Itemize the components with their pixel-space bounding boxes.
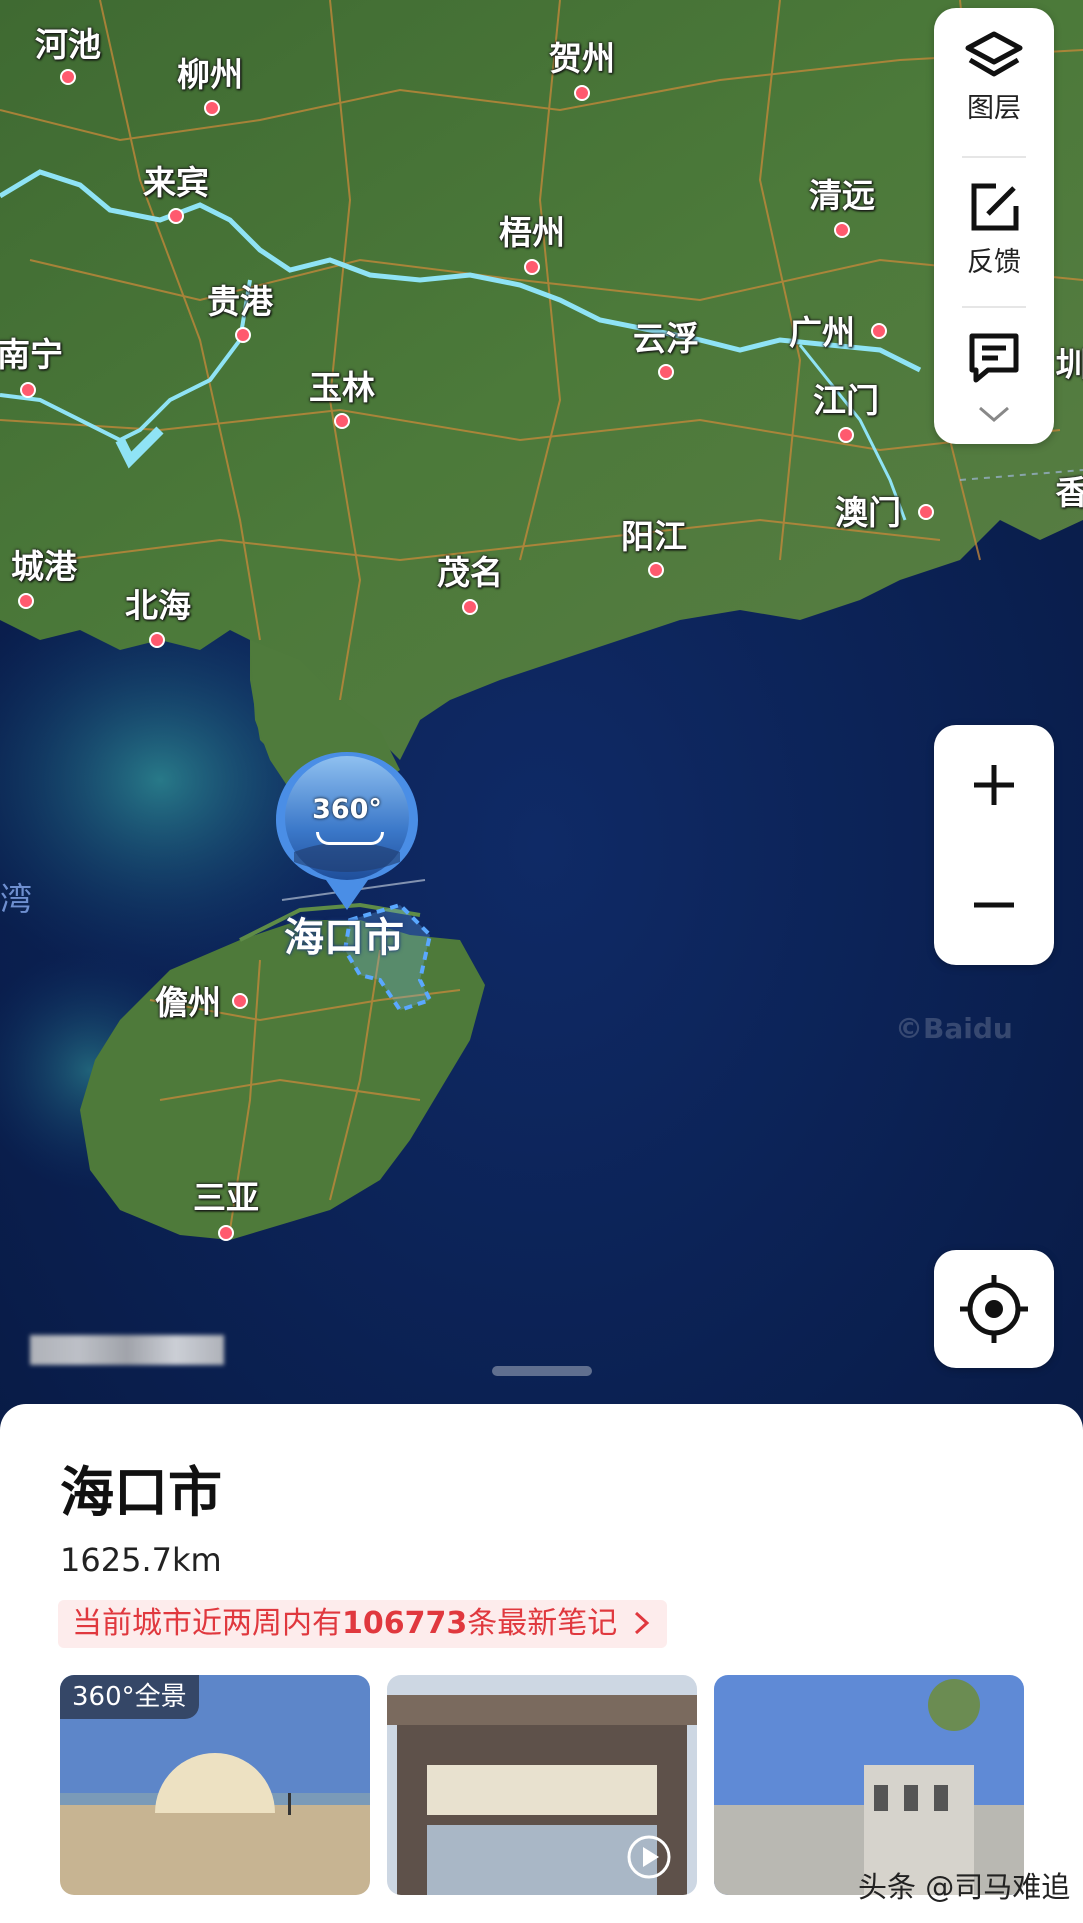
photo-thumbnail-pano[interactable]: 360°全景 bbox=[60, 1675, 370, 1895]
crosshair-icon bbox=[960, 1275, 1028, 1343]
city-label[interactable]: 梧州 bbox=[499, 206, 565, 254]
city-dot bbox=[648, 562, 664, 578]
photo-thumbnail-building[interactable] bbox=[714, 1675, 1024, 1895]
zoom-in-button[interactable] bbox=[934, 725, 1054, 845]
city-label[interactable]: 柳州 bbox=[177, 48, 243, 96]
photo-thumbnail-gate[interactable] bbox=[387, 1675, 697, 1895]
scale-bar bbox=[30, 1335, 224, 1365]
city-dot bbox=[574, 85, 590, 101]
city-label[interactable]: 儋州 bbox=[155, 976, 221, 1024]
distance-text: 1625.7km bbox=[60, 1541, 222, 1579]
city-label[interactable]: 北海 bbox=[125, 579, 191, 627]
city-label[interactable]: 清远 bbox=[809, 169, 875, 217]
city-dot bbox=[462, 599, 478, 615]
pano-badge: 360°全景 bbox=[60, 1675, 199, 1719]
city-dot bbox=[658, 364, 674, 380]
chevron-down-icon bbox=[979, 406, 1009, 422]
city-dot bbox=[235, 327, 251, 343]
gate-photo bbox=[387, 1675, 697, 1895]
map-tools-panel: 图层 反馈 bbox=[934, 8, 1054, 444]
city-label[interactable]: 来宾 bbox=[143, 156, 209, 204]
notes-count: 106773 bbox=[342, 1606, 468, 1641]
edit-feedback-icon bbox=[971, 183, 1019, 231]
city-dot bbox=[149, 632, 165, 648]
source-watermark: 头条 @司马难追 bbox=[858, 1870, 1071, 1904]
notes-prefix: 当前城市近两周内有 bbox=[72, 1606, 342, 1641]
notes-suffix: 条最新笔记 bbox=[467, 1606, 618, 1641]
city-label[interactable]: 阳江 bbox=[621, 510, 687, 558]
city-dot bbox=[218, 1225, 234, 1241]
city-dot bbox=[838, 427, 854, 443]
minus-icon bbox=[974, 902, 1014, 908]
city-label[interactable]: 玉林 bbox=[309, 361, 375, 409]
city-label[interactable]: 广州 bbox=[789, 306, 855, 354]
pano-marker-label: 360° bbox=[312, 794, 382, 825]
rotate-arrow-icon bbox=[316, 832, 384, 845]
city-dot bbox=[524, 259, 540, 275]
city-dot bbox=[834, 222, 850, 238]
layers-button[interactable]: 图层 bbox=[934, 30, 1054, 125]
pano-marker[interactable]: 360° bbox=[276, 752, 418, 912]
city-label[interactable]: 茂名 bbox=[437, 546, 503, 594]
city-dot bbox=[334, 413, 350, 429]
layers-label: 图层 bbox=[967, 93, 1021, 124]
edge-city-label[interactable]: 圳 bbox=[1056, 338, 1083, 386]
city-label[interactable]: 贺州 bbox=[549, 32, 615, 80]
divider bbox=[962, 156, 1026, 158]
expand-tools-button[interactable] bbox=[934, 404, 1054, 428]
city-dot bbox=[18, 593, 34, 609]
sheet-drag-handle[interactable] bbox=[492, 1366, 592, 1376]
city-dot bbox=[871, 323, 887, 339]
city-dot bbox=[232, 993, 248, 1009]
divider bbox=[962, 306, 1026, 308]
baidu-watermark: ©Baidu bbox=[895, 1012, 1013, 1045]
plus-icon bbox=[974, 765, 1014, 805]
selected-city-label: 海口市 bbox=[284, 915, 404, 961]
city-label[interactable]: 三亚 bbox=[193, 1171, 259, 1219]
layers-icon bbox=[965, 31, 1023, 77]
satellite-map[interactable]: 河池柳州 贺州来宾梧州 清远贵港南宁 云浮 广州玉林 江门澳门阳江城港 茂名北海儋州三亚 圳香… bbox=[0, 0, 1083, 1410]
city-dot bbox=[204, 100, 220, 116]
notes-banner[interactable]: 当前城市近两周内有106773条最新笔记 bbox=[58, 1600, 667, 1648]
zoom-out-button[interactable] bbox=[934, 845, 1054, 965]
locate-me-button[interactable] bbox=[934, 1250, 1054, 1368]
edge-city-label[interactable]: 香 bbox=[1056, 466, 1083, 514]
sea-label: 湾 bbox=[0, 880, 33, 918]
city-label[interactable]: 河池 bbox=[35, 18, 101, 66]
message-icon bbox=[969, 333, 1019, 383]
city-label[interactable]: 城港 bbox=[11, 540, 77, 588]
chevron-right-icon bbox=[634, 1611, 650, 1635]
city-dot bbox=[60, 69, 76, 85]
city-dot bbox=[168, 208, 184, 224]
feedback-button[interactable]: 反馈 bbox=[934, 180, 1054, 279]
building-photo bbox=[714, 1675, 1024, 1895]
city-label[interactable]: 云浮 bbox=[633, 312, 699, 360]
place-title: 海口市 bbox=[60, 1461, 222, 1524]
city-label[interactable]: 南宁 bbox=[0, 328, 63, 376]
city-label[interactable]: 江门 bbox=[813, 374, 879, 422]
notes-button[interactable] bbox=[934, 330, 1054, 390]
city-label[interactable]: 澳门 bbox=[835, 486, 901, 534]
city-dot bbox=[918, 504, 934, 520]
city-label[interactable]: 贵港 bbox=[207, 275, 273, 323]
zoom-controls bbox=[934, 725, 1054, 965]
feedback-label: 反馈 bbox=[967, 247, 1021, 278]
city-dot bbox=[20, 382, 36, 398]
